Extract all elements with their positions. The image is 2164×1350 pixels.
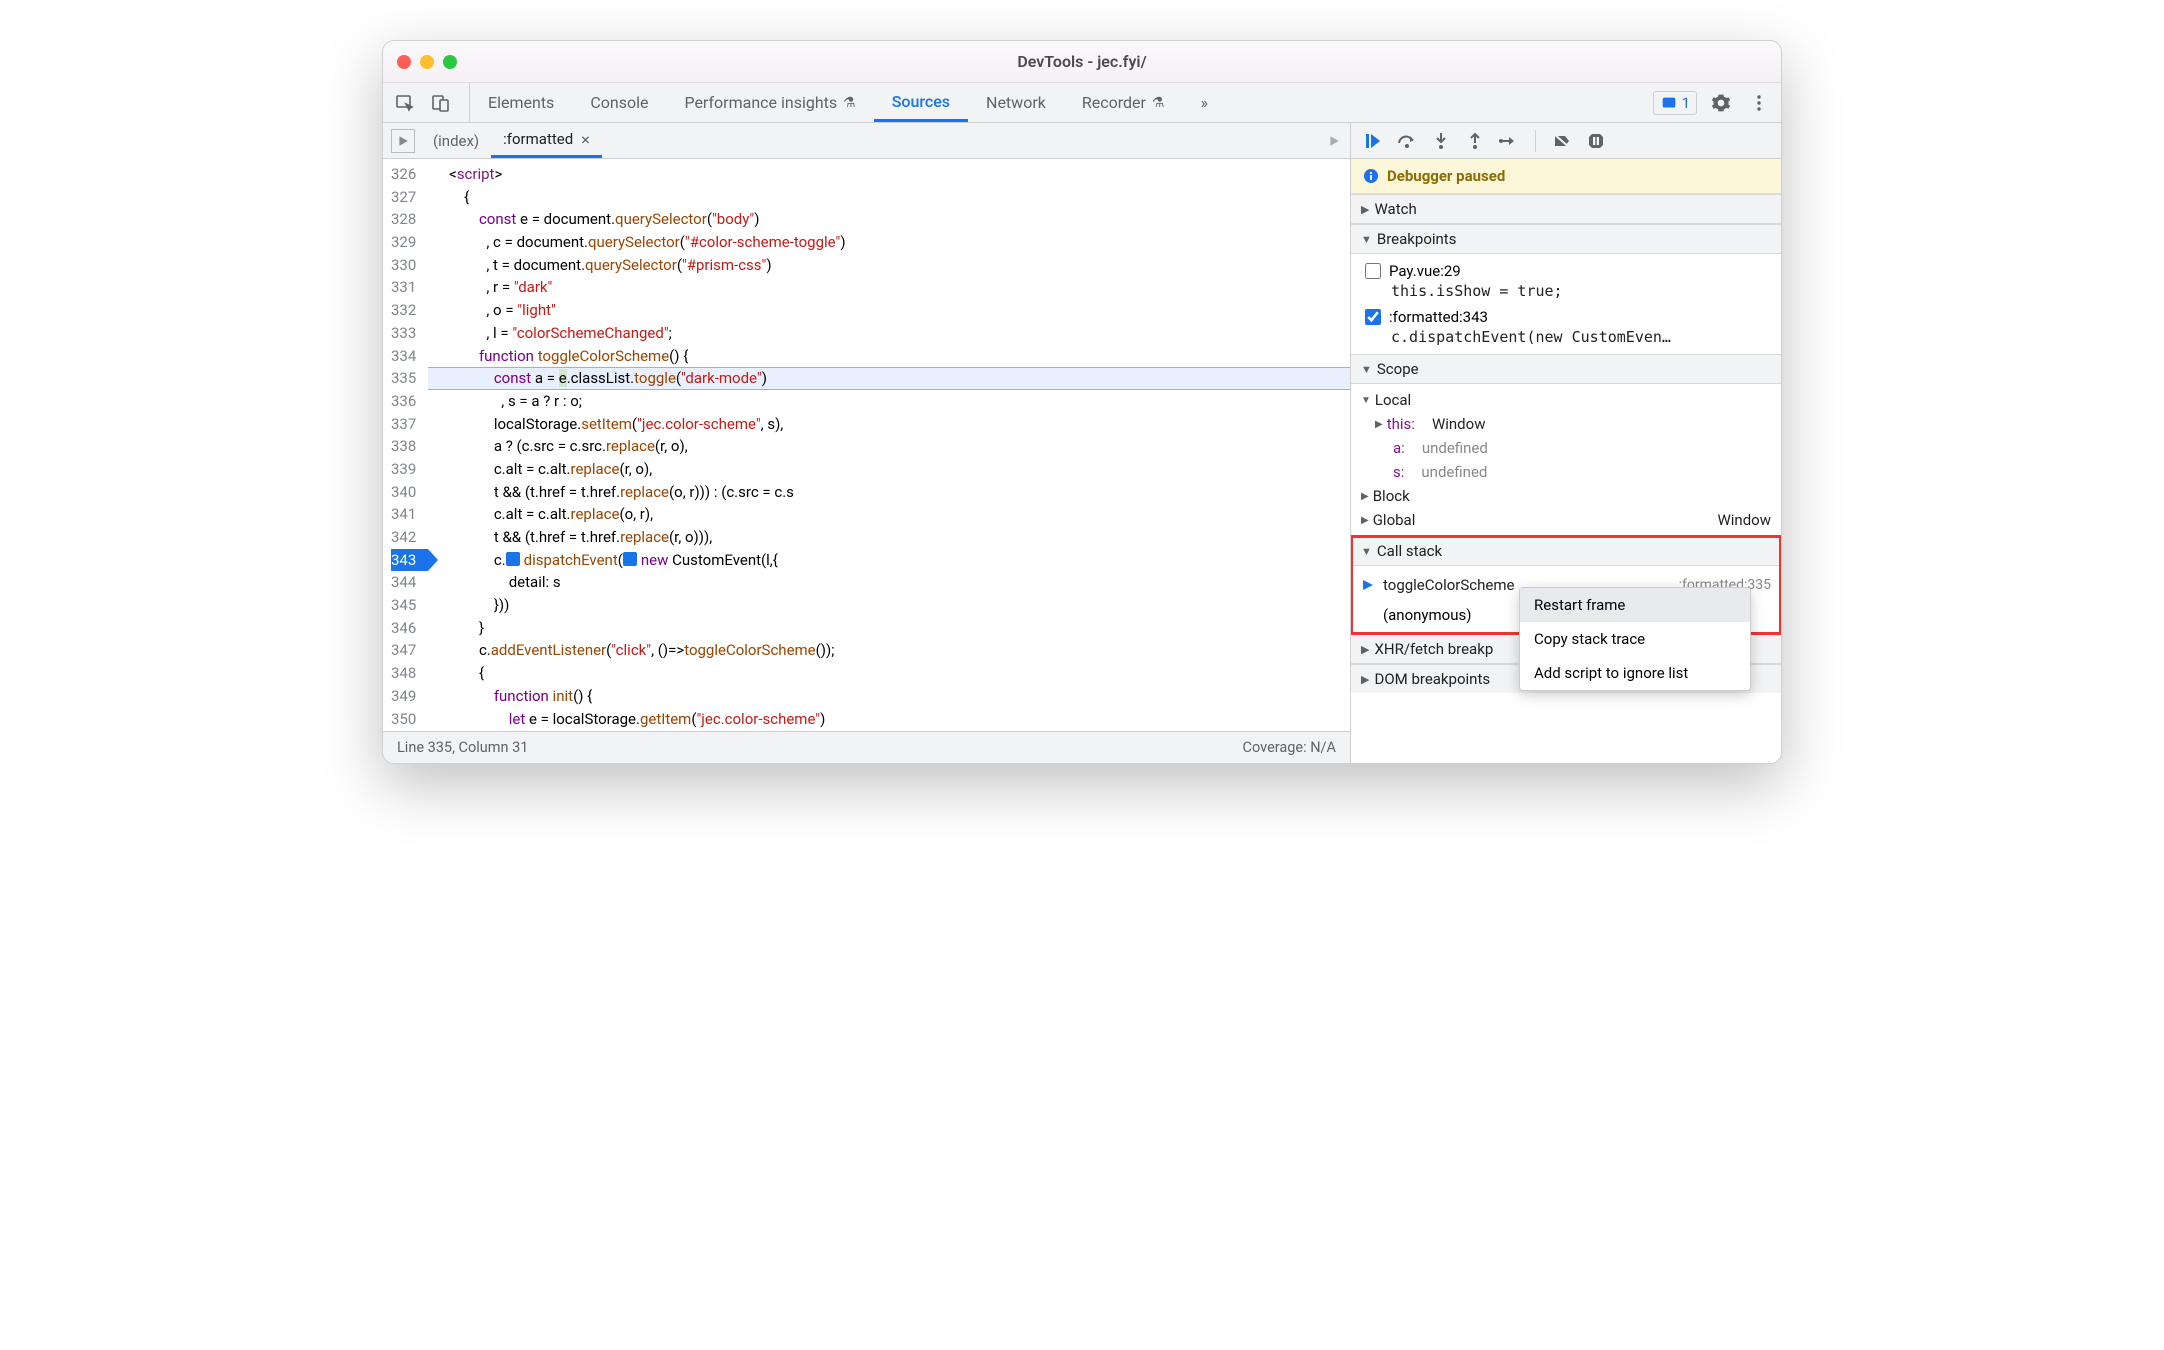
tab-sources[interactable]: Sources <box>874 83 968 122</box>
kebab-menu-icon[interactable] <box>1745 89 1773 117</box>
step-icon[interactable] <box>1499 131 1519 151</box>
device-toolbar-icon[interactable] <box>427 89 455 117</box>
tab-performance-insights[interactable]: Performance insights⚗ <box>666 83 873 122</box>
inspect-element-icon[interactable] <box>391 89 419 117</box>
close-tab-icon[interactable]: × <box>581 130 590 149</box>
resume-icon[interactable] <box>1363 131 1383 151</box>
breakpoint-checkbox[interactable] <box>1365 263 1381 279</box>
issues-badge[interactable]: 1 <box>1653 91 1697 115</box>
editor-tab-index[interactable]: (index) <box>421 123 491 158</box>
debug-toolbar <box>1351 123 1781 159</box>
editor-tabstrip: (index) :formatted× <box>383 123 1350 159</box>
code-editor[interactable]: 3263273283293303313323333343353363373383… <box>383 159 1350 731</box>
show-navigator-icon[interactable] <box>391 129 415 153</box>
editor-statusbar: Line 335, Column 31 Coverage: N/A <box>383 731 1350 763</box>
editor-pane: (index) :formatted× 32632732832933033133… <box>383 123 1351 763</box>
panel-tabs: Elements Console Performance insights⚗ S… <box>470 83 1643 122</box>
watch-section-header[interactable]: ▶Watch <box>1351 194 1781 224</box>
scope-body: ▼Local ▶this: Window a: undefined s: und… <box>1351 384 1781 536</box>
step-into-icon[interactable] <box>1431 131 1451 151</box>
line-number-gutter: 3263273283293303313323333343353363373383… <box>383 159 428 731</box>
context-copy-stack-trace[interactable]: Copy stack trace <box>1520 622 1750 656</box>
devtools-window: DevTools - jec.fyi/ Elements Console Per… <box>382 40 1782 764</box>
breakpoint-checkbox[interactable] <box>1365 309 1381 325</box>
window-title: DevTools - jec.fyi/ <box>1017 52 1146 71</box>
cursor-position: Line 335, Column 31 <box>397 739 528 756</box>
context-restart-frame[interactable]: Restart frame <box>1520 588 1750 622</box>
close-window-icon[interactable] <box>397 55 411 69</box>
maximize-window-icon[interactable] <box>443 55 457 69</box>
scope-global[interactable]: ▶GlobalWindow <box>1351 508 1781 532</box>
callstack-section-header[interactable]: ▼Call stack <box>1351 536 1781 566</box>
minimize-window-icon[interactable] <box>420 55 434 69</box>
debugger-paused-message: Debugger paused <box>1351 159 1781 194</box>
tab-console[interactable]: Console <box>572 83 666 122</box>
callstack-context-menu: Restart frame Copy stack trace Add scrip… <box>1519 587 1751 691</box>
traffic-lights <box>397 55 457 69</box>
scope-var-s: s: undefined <box>1351 460 1781 484</box>
pause-on-exceptions-icon[interactable] <box>1586 131 1606 151</box>
scope-section-header[interactable]: ▼Scope <box>1351 354 1781 384</box>
step-out-icon[interactable] <box>1465 131 1485 151</box>
breakpoints-list: Pay.vue:29this.isShow = true;:formatted:… <box>1351 254 1781 354</box>
main-toolbar: Elements Console Performance insights⚗ S… <box>383 83 1781 123</box>
scope-var-a: a: undefined <box>1351 436 1781 460</box>
deactivate-breakpoints-icon[interactable] <box>1552 131 1572 151</box>
tabs-overflow[interactable]: » <box>1182 83 1226 122</box>
step-over-icon[interactable] <box>1397 131 1417 151</box>
scope-block[interactable]: ▶Block <box>1351 484 1781 508</box>
settings-icon[interactable] <box>1707 89 1735 117</box>
tab-elements[interactable]: Elements <box>470 83 572 122</box>
code-body: <script> { const e = document.querySelec… <box>428 159 1350 731</box>
editor-tab-formatted[interactable]: :formatted× <box>491 123 602 158</box>
coverage-status: Coverage: N/A <box>1243 739 1336 756</box>
scope-this[interactable]: ▶this: Window <box>1351 412 1781 436</box>
context-add-ignore-list[interactable]: Add script to ignore list <box>1520 656 1750 690</box>
flask-icon: ⚗ <box>843 95 856 111</box>
breakpoints-section-header[interactable]: ▼Breakpoints <box>1351 224 1781 254</box>
breakpoint-item[interactable]: :formatted:343c.dispatchEvent(new Custom… <box>1351 304 1781 350</box>
scope-local[interactable]: ▼Local <box>1351 388 1781 412</box>
breakpoint-item[interactable]: Pay.vue:29this.isShow = true; <box>1351 258 1781 304</box>
tab-recorder[interactable]: Recorder⚗ <box>1064 83 1183 122</box>
flask-icon: ⚗ <box>1152 95 1165 111</box>
titlebar: DevTools - jec.fyi/ <box>383 41 1781 83</box>
more-tabs-icon[interactable] <box>1328 135 1340 147</box>
tab-network[interactable]: Network <box>968 83 1064 122</box>
